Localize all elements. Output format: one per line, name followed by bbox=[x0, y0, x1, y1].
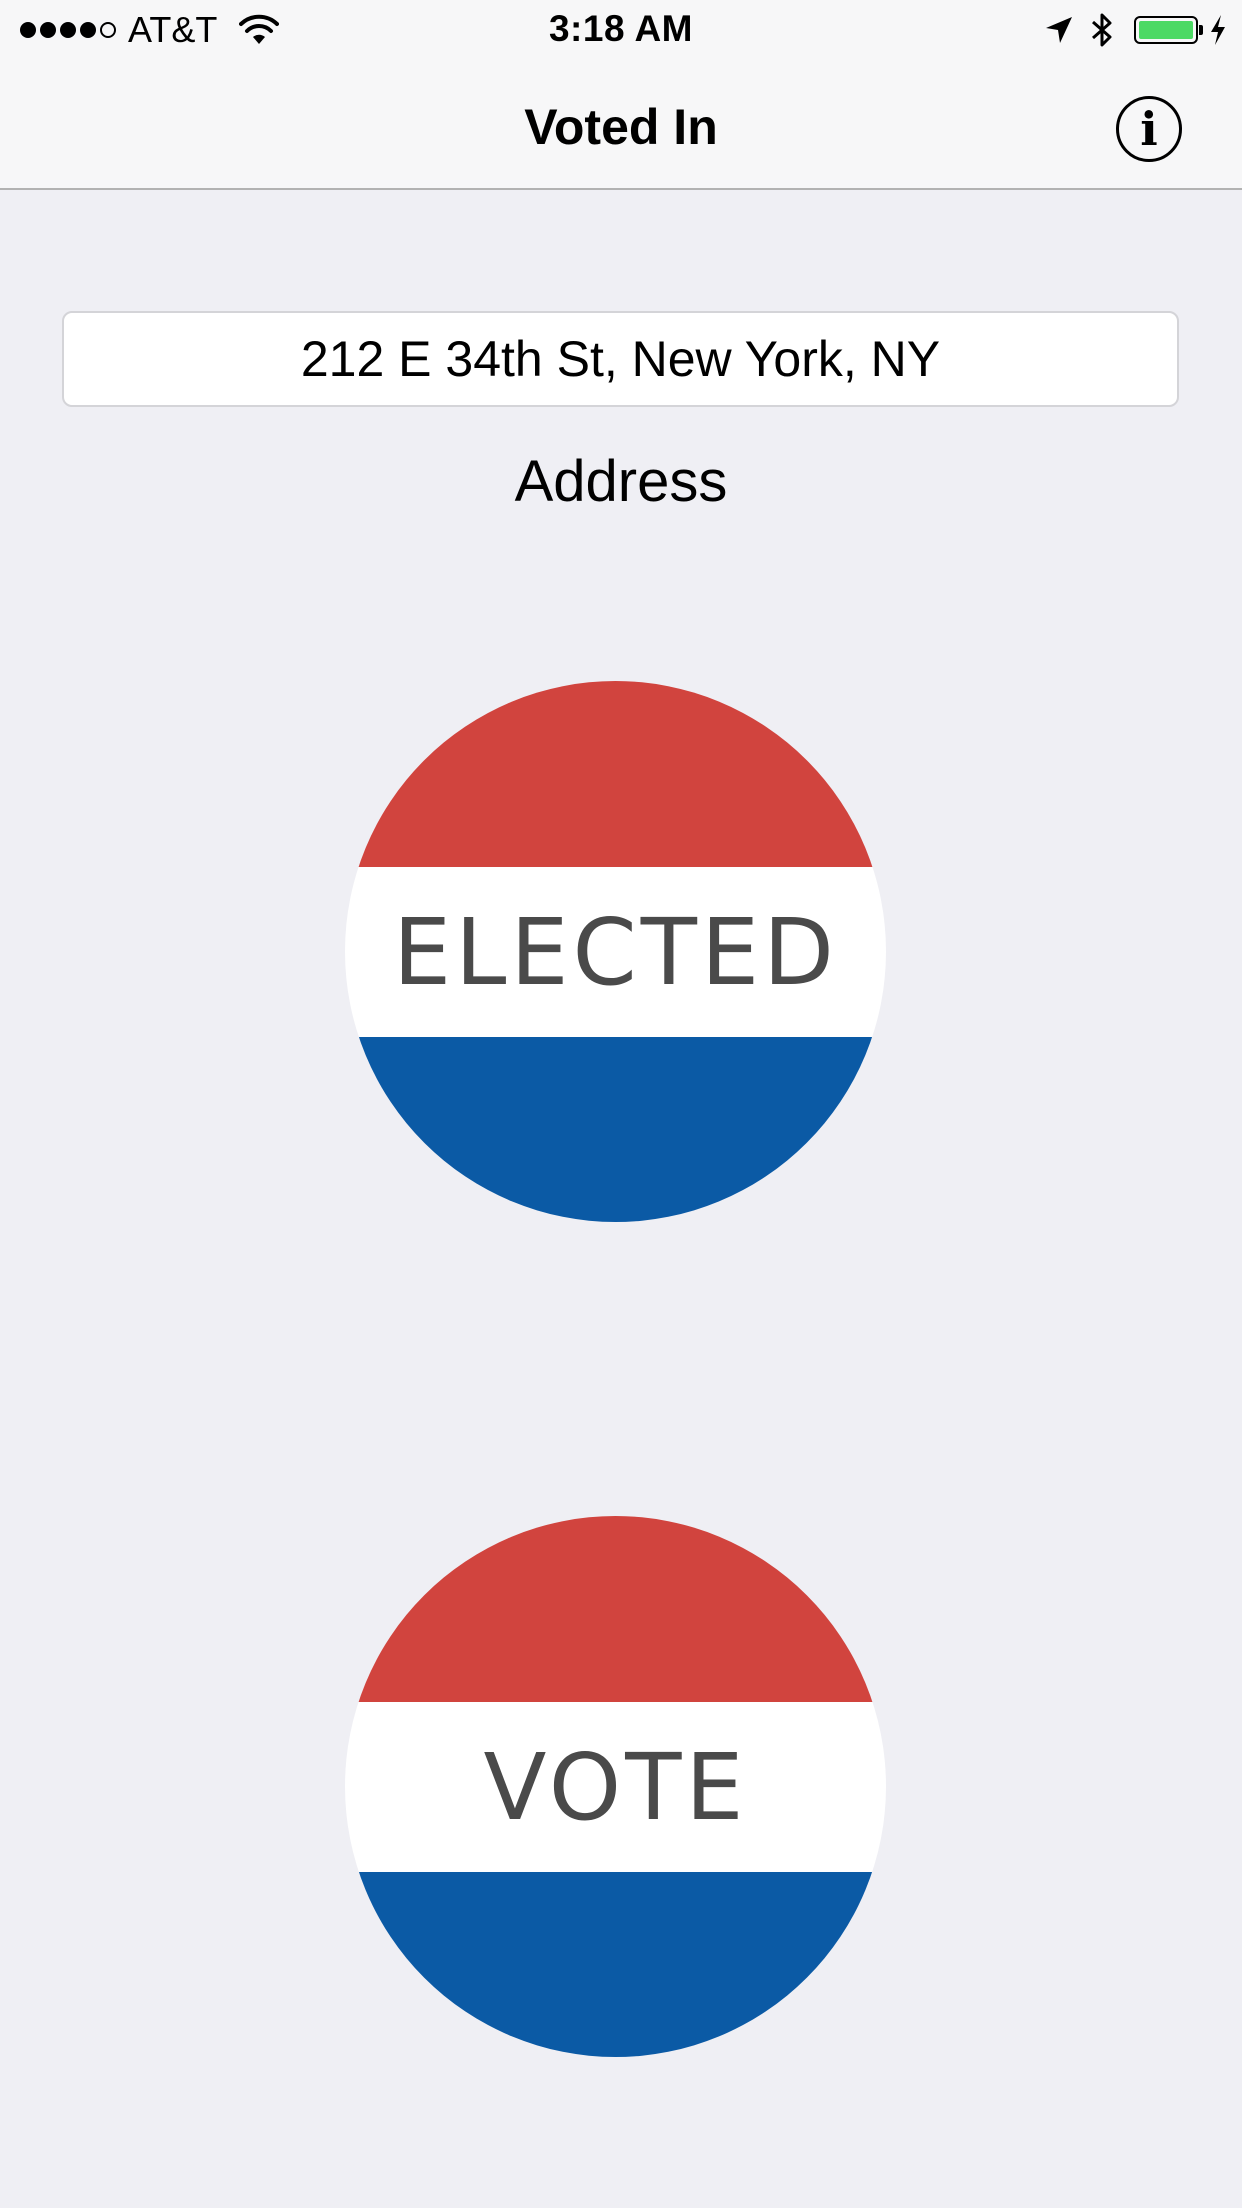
badge-red-stripe bbox=[345, 681, 886, 867]
elected-button[interactable]: ELECTED bbox=[345, 681, 886, 1222]
battery-tip bbox=[1199, 25, 1203, 35]
vote-button[interactable]: VOTE bbox=[345, 1516, 886, 2057]
badge-blue-stripe bbox=[345, 1037, 886, 1222]
location-arrow-icon bbox=[1046, 17, 1072, 43]
battery-fill bbox=[1139, 21, 1193, 39]
badge-red-stripe bbox=[345, 1516, 886, 1702]
badge-white-stripe: ELECTED bbox=[345, 867, 886, 1037]
address-input[interactable] bbox=[62, 311, 1179, 407]
page-title: Voted In bbox=[524, 99, 718, 155]
charging-bolt-icon bbox=[1211, 15, 1225, 45]
status-bar: AT&T 3:18 AM bbox=[0, 0, 1242, 60]
status-right bbox=[1044, 10, 1228, 50]
navigation-bar: Voted In i bbox=[0, 60, 1242, 190]
badge-blue-stripe bbox=[345, 1872, 886, 2057]
address-label: Address bbox=[514, 449, 728, 514]
info-button[interactable]: i bbox=[1116, 96, 1182, 162]
bluetooth-icon bbox=[1092, 13, 1112, 47]
info-icon: i bbox=[1140, 102, 1158, 156]
vote-label: VOTE bbox=[483, 1733, 748, 1841]
elected-label: ELECTED bbox=[393, 898, 838, 1006]
badge-white-stripe: VOTE bbox=[345, 1702, 886, 1872]
battery-icon bbox=[1134, 16, 1203, 44]
